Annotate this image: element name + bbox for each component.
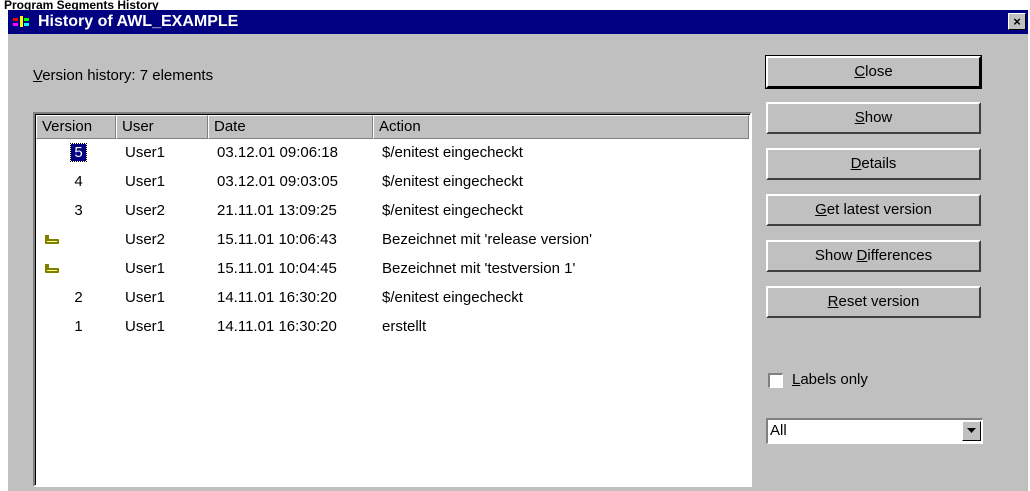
user-cell: User2	[125, 231, 166, 248]
close-icon: ×	[1013, 14, 1021, 29]
user-cell: User1	[125, 173, 166, 190]
labels-only-checkbox[interactable]	[768, 373, 783, 388]
action-cell: Bezeichnet mit 'release version'	[382, 231, 592, 248]
show-differences-button[interactable]: Show Differences	[766, 240, 981, 272]
window-title: History of AWL_EXAMPLE	[38, 13, 239, 30]
app-icon	[12, 15, 36, 29]
action-cell: $/enitest eingecheckt	[382, 144, 523, 161]
date-cell: 14.11.01 16:30:20	[217, 289, 337, 306]
action-cell: $/enitest eingecheckt	[382, 289, 523, 306]
version-history-label: Version history: 7 elements	[33, 67, 214, 84]
version-cell: 1	[74, 318, 83, 335]
column-header-date[interactable]: Date	[208, 115, 373, 139]
title-bar[interactable]: History of AWL_EXAMPLE ×	[8, 10, 1028, 34]
version-cell: 5	[66, 143, 91, 163]
table-row[interactable]: 1 User1 14.11.01 16:30:20 erstellt	[36, 313, 750, 342]
show-button[interactable]: Show	[766, 102, 981, 134]
filter-select[interactable]: All	[766, 418, 983, 444]
date-cell: 21.11.01 13:09:25	[217, 202, 337, 219]
version-cell: 3	[74, 202, 83, 219]
chevron-down-icon	[967, 428, 976, 433]
selected-version: 5	[70, 143, 87, 162]
action-cell: erstellt	[382, 318, 427, 335]
close-button[interactable]: Close	[765, 55, 982, 89]
user-cell: User1	[125, 144, 166, 161]
user-cell: User1	[125, 260, 166, 277]
window-close-button[interactable]: ×	[1008, 13, 1026, 30]
user-cell: User1	[125, 318, 166, 335]
column-header-user[interactable]: User	[116, 115, 208, 139]
reset-version-button[interactable]: Reset version	[766, 286, 981, 318]
user-cell: User1	[125, 289, 166, 306]
table-row[interactable]: 4 User1 03.12.01 09:03:05 $/enitest eingech…	[36, 168, 750, 197]
table-row[interactable]: 3 User2 21.11.01 13:09:25 $/enitest eingech…	[36, 197, 750, 226]
key-label-icon	[44, 262, 60, 279]
version-cell: 2	[74, 289, 83, 306]
table-row[interactable]: User1 15.11.01 10:04:45 Bezeichnet mit 'te…	[36, 255, 750, 284]
caption-strip: Program Segments History	[0, 0, 1030, 10]
date-cell: 03.12.01 09:06:18	[217, 144, 338, 161]
date-cell: 03.12.01 09:03:05	[217, 173, 338, 190]
date-cell: 15.11.01 10:04:45	[217, 260, 337, 277]
labels-only-label[interactable]: Labels only	[792, 371, 868, 388]
action-cell: $/enitest eingecheckt	[382, 173, 523, 190]
column-header-action[interactable]: Action	[373, 115, 749, 139]
table-row[interactable]: 2 User1 14.11.01 16:30:20 $/enitest eingech…	[36, 284, 750, 313]
details-button[interactable]: Details	[766, 148, 981, 180]
column-header-version[interactable]: Version	[36, 115, 116, 139]
date-cell: 15.11.01 10:06:43	[217, 231, 337, 248]
action-cell: Bezeichnet mit 'testversion 1'	[382, 260, 576, 277]
version-list[interactable]: Version User Date Action 5 User1 03.12.01 …	[33, 112, 752, 487]
table-row[interactable]: 5 User1 03.12.01 09:06:18 $/enitest eingech…	[36, 139, 750, 168]
get-latest-version-button[interactable]: Get latest version	[766, 194, 981, 226]
user-cell: User2	[125, 202, 166, 219]
dropdown-button[interactable]	[962, 421, 981, 441]
history-dialog: History of AWL_EXAMPLE × Version history…	[8, 10, 1028, 491]
date-cell: 14.11.01 16:30:20	[217, 318, 337, 335]
filter-select-value: All	[770, 422, 787, 439]
table-row[interactable]: User2 15.11.01 10:06:43 Bezeichnet mit 're…	[36, 226, 750, 255]
action-cell: $/enitest eingecheckt	[382, 202, 523, 219]
version-cell: 4	[74, 173, 83, 190]
key-label-icon	[44, 233, 60, 250]
